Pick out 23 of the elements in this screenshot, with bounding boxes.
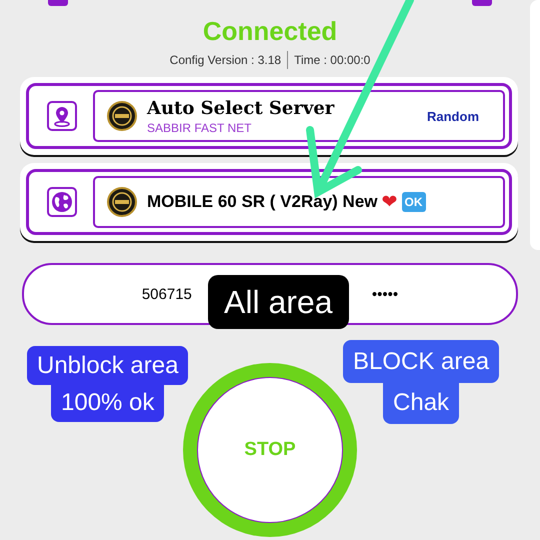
random-mode-label[interactable]: Random (427, 108, 479, 124)
annotation-label: Chak (383, 381, 460, 424)
heart-emoji: ❤ (382, 191, 398, 214)
connection-time: Time : 00:00:0 (293, 52, 372, 69)
server-card[interactable]: Auto Select Server SABBIR FAST NET Random (20, 77, 518, 155)
logo-badge-icon (107, 187, 137, 217)
server-field[interactable]: MOBILE 60 SR ( V2Ray) New ❤ OK (93, 176, 505, 228)
password-text: ••••• (372, 286, 398, 302)
username-text: 506715 (142, 286, 192, 302)
server-title: Auto Select Server (147, 98, 336, 118)
annotation-label: All area (208, 275, 348, 329)
server-field[interactable]: Auto Select Server SABBIR FAST NET Random (93, 90, 505, 142)
annotation-label: Unblock area (27, 346, 188, 385)
config-version: Config Version : 3.18 (168, 52, 282, 69)
annotation-label: BLOCK area (343, 340, 500, 383)
location-pin-icon (52, 105, 72, 127)
logo-badge-icon (107, 101, 137, 131)
server-card[interactable]: MOBILE 60 SR ( V2Ray) New ❤ OK (20, 163, 518, 241)
server-name: MOBILE 60 SR ( V2Ray) New (147, 192, 378, 212)
connection-status: Connected (202, 17, 338, 45)
annotation-label: 100% ok (51, 383, 164, 422)
server-provider: SABBIR FAST NET (147, 120, 252, 134)
ok-badge: OK (402, 192, 426, 212)
